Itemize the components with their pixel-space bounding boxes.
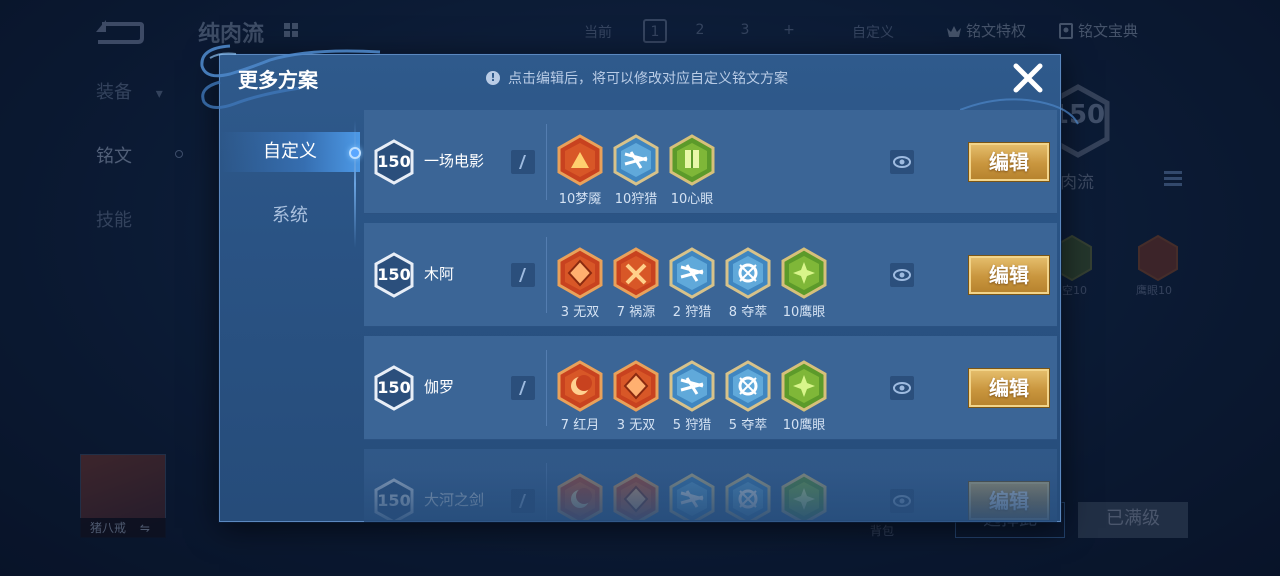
rune-count-label: 5 狩猎 [672,418,712,433]
edit-button[interactable]: 编辑 [969,369,1049,407]
plan-list[interactable]: 150 一场电影 编辑 10梦魇 10狩猎 10心眼 150 木阿 编辑 3 无… [364,110,1057,520]
red-moon-rune-icon [557,473,603,520]
hunter-rune-icon [669,360,715,412]
plan-name: 大河之剑 [424,491,485,509]
heart-eye-rune-icon [669,134,715,186]
hint-text: 点击编辑后，将可以修改对应自定义铭文方案 [508,71,788,87]
dream-demon-rune-icon [557,134,603,186]
row-divider [546,463,547,520]
pencil-icon[interactable] [511,263,535,287]
eye-icon[interactable] [890,263,914,287]
eagle-eye-rune-icon [781,247,827,299]
row-divider [546,237,547,313]
tab-custom-plans[interactable]: 自定义 [220,132,360,172]
selected-tab-indicator-icon [349,147,361,159]
plan-level: 150 [377,152,411,171]
rune-count-label: 10心眼 [670,192,714,207]
hunter-rune-icon [613,134,659,186]
plunder-rune-icon [725,473,771,520]
unrivaled-rune-icon [613,473,659,520]
tab-system-plans[interactable]: 系统 [220,196,360,236]
pencil-icon[interactable] [511,150,535,174]
plan-name: 一场电影 [424,152,485,170]
plan-name: 木阿 [424,265,455,283]
rune-count-label: 7 祸源 [616,305,656,320]
hunter-rune-icon [669,473,715,520]
rune-count-label: 10鹰眼 [782,305,826,320]
hunter-rune-icon [669,247,715,299]
rune-count-label: 7 红月 [560,418,600,433]
plan-name: 伽罗 [424,378,455,396]
rune-count-label: 10梦魇 [558,192,602,207]
row-divider [546,124,547,200]
row-divider [546,350,547,426]
eye-icon[interactable] [890,376,914,400]
unrivaled-rune-icon [613,360,659,412]
hint-message: ! 点击编辑后，将可以修改对应自定义铭文方案 [486,68,788,88]
plan-level: 150 [377,378,411,397]
plan-row: 150 木阿 编辑 3 无双 7 祸源 2 狩猎 8 夺萃 10鹰眼 [364,223,1057,327]
plan-level: 150 [377,265,411,284]
info-icon: ! [486,71,500,85]
close-icon[interactable] [1008,58,1048,98]
edit-button[interactable]: 编辑 [969,256,1049,294]
plan-row: 150 一场电影 编辑 10梦魇 10狩猎 10心眼 [364,110,1057,214]
plunder-rune-icon [725,247,771,299]
rune-count-label: 2 狩猎 [672,305,712,320]
eye-icon[interactable] [890,150,914,174]
unrivaled-rune-icon [557,247,603,299]
edit-button[interactable]: 编辑 [969,482,1049,520]
rune-count-label: 10狩猎 [614,192,658,207]
red-moon-rune-icon [557,360,603,412]
plan-row: 150 伽罗 编辑 7 红月 3 无双 5 狩猎 5 夺萃 10鹰眼 [364,336,1057,440]
rune-count-label: 5 夺萃 [728,418,768,433]
rune-count-label: 3 无双 [616,418,656,433]
rune-count-label: 10鹰眼 [782,418,826,433]
pencil-icon[interactable] [511,376,535,400]
pencil-icon[interactable] [511,489,535,513]
rune-count-label: 3 无双 [560,305,600,320]
calamity-rune-icon [613,247,659,299]
dialog-title: 更多方案 [238,68,318,92]
plunder-rune-icon [725,360,771,412]
eye-icon[interactable] [890,489,914,513]
eagle-eye-rune-icon [781,473,827,520]
rune-count-label: 8 夺萃 [728,305,768,320]
plan-level: 150 [377,491,411,510]
plan-row: 150 大河之剑 编辑 [364,449,1057,520]
edit-button[interactable]: 编辑 [969,143,1049,181]
eagle-eye-rune-icon [781,360,827,412]
